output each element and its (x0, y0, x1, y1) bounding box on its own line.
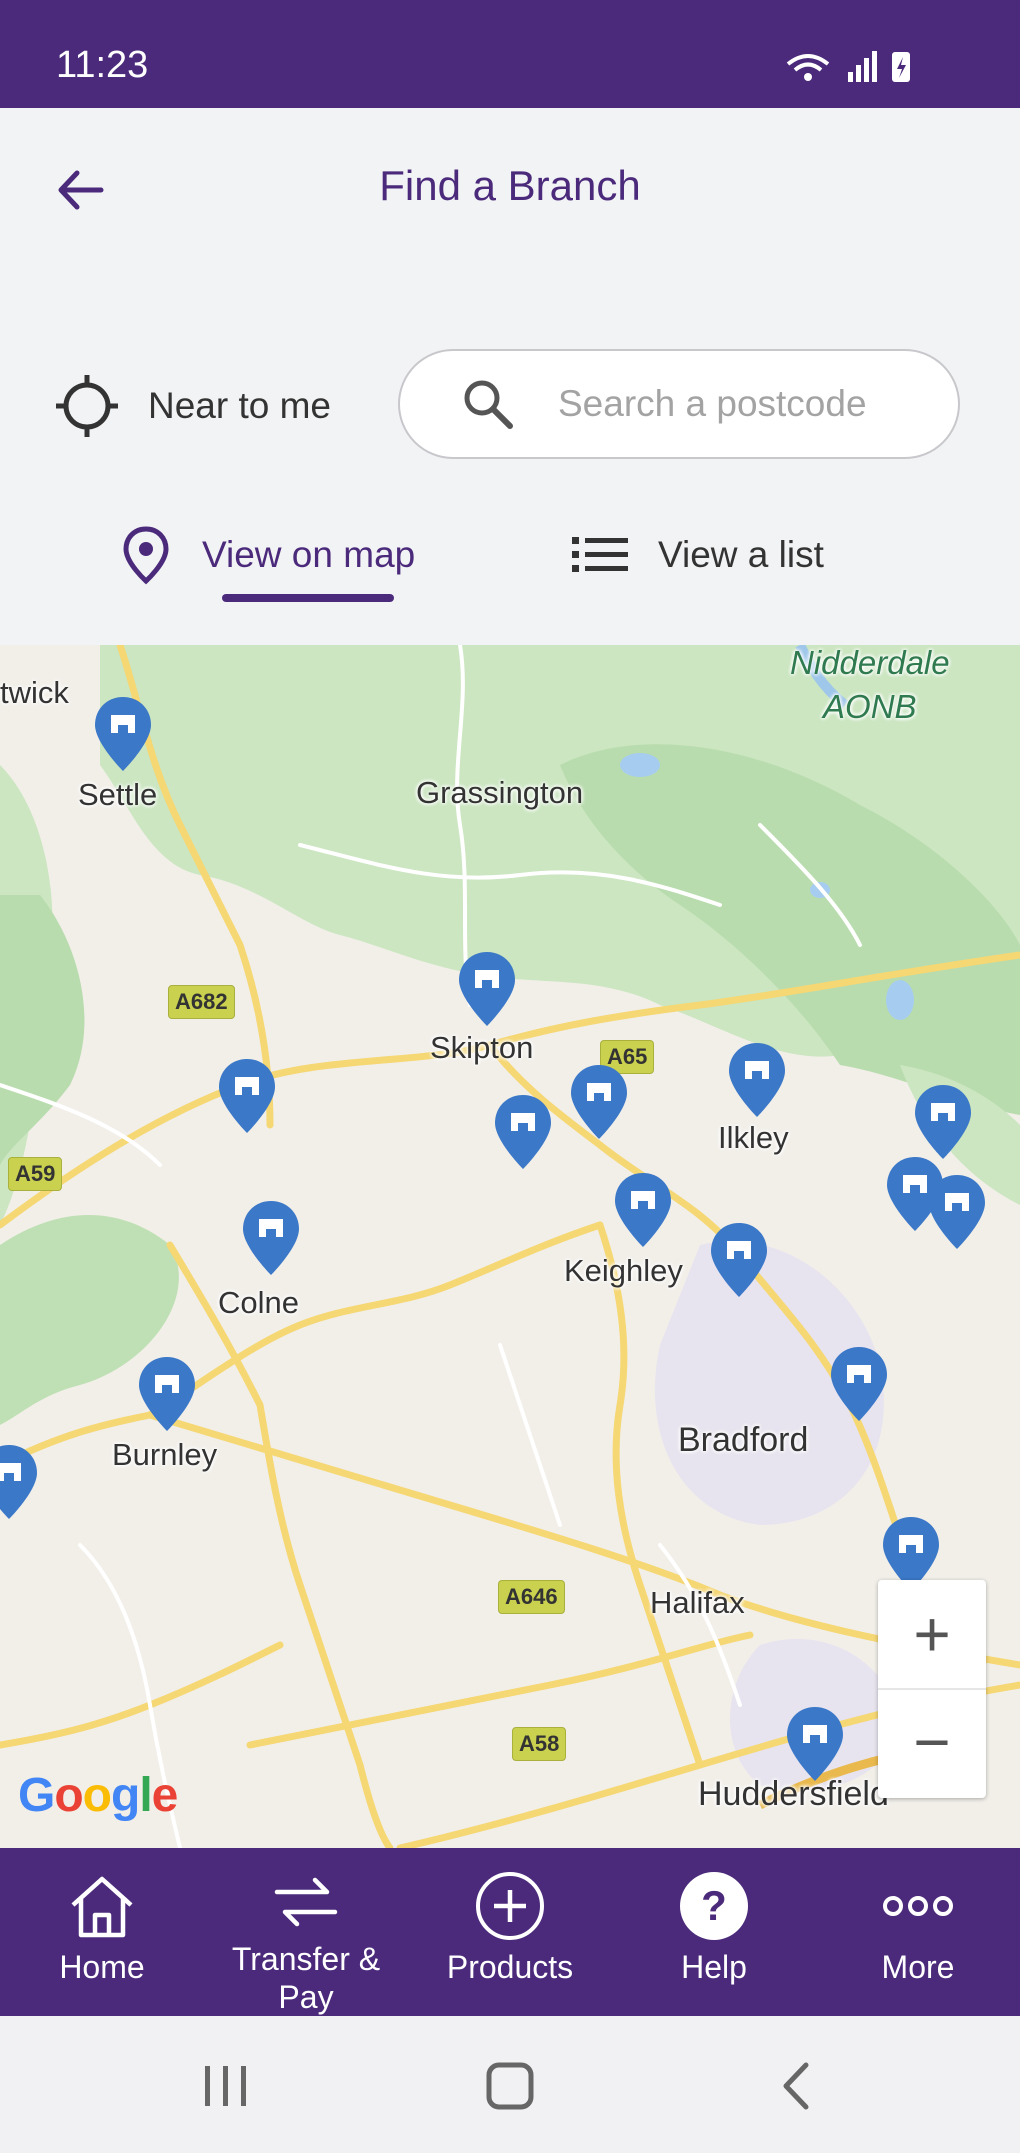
branch-pin[interactable] (216, 1057, 278, 1135)
tab-view-on-map[interactable]: View on map (120, 520, 415, 590)
recent-apps-button[interactable] (186, 2046, 266, 2126)
map-label-burnley: Burnley (112, 1437, 218, 1472)
nav-transfer-pay[interactable]: Transfer & Pay (204, 1848, 408, 2016)
tab-view-a-list-label: View a list (658, 534, 824, 575)
location-pin-icon (123, 526, 169, 585)
map-label-skipton: Skipton (430, 1030, 534, 1065)
chevron-left-icon (783, 2062, 809, 2110)
branch-pin[interactable] (912, 1083, 974, 1161)
branch-pin[interactable] (726, 1041, 788, 1119)
map-label-twick: twick (0, 675, 69, 710)
branch-pin[interactable] (92, 695, 154, 773)
road-shield-a59: A59 (8, 1157, 63, 1191)
branch-pin[interactable] (240, 1199, 302, 1277)
postcode-search-box[interactable] (398, 349, 960, 459)
status-icons (786, 51, 910, 82)
branch-pin[interactable] (926, 1173, 988, 1251)
map-label-nidderdale-aonb: Nidderdale AONB (790, 645, 950, 729)
map-base (0, 645, 1020, 1848)
map-label-settle: Settle (78, 777, 158, 812)
nav-more[interactable]: More (816, 1848, 1020, 2016)
nav-home[interactable]: Home (0, 1848, 204, 2016)
help-icon: ? (676, 1868, 752, 1944)
map-label-aonb-line1: Nidderdale (790, 645, 950, 681)
map-label-keighley: Keighley (564, 1253, 683, 1288)
transfer-arrows-icon (268, 1868, 344, 1936)
system-nav-bar (0, 2016, 1020, 2153)
zoom-controls: + − (878, 1580, 986, 1798)
plus-circle-icon (472, 1868, 548, 1944)
branch-pin[interactable] (568, 1063, 630, 1141)
zoom-out-button[interactable]: − (878, 1688, 986, 1796)
map-label-bradford: Bradford (678, 1421, 809, 1459)
nav-help-label: Help (681, 1949, 747, 1985)
svg-text:?: ? (701, 1882, 727, 1929)
nav-products[interactable]: Products (408, 1848, 612, 2016)
map-label-ilkley: Ilkley (718, 1120, 789, 1155)
nav-transfer-pay-label: Transfer & Pay (231, 1941, 381, 2015)
tab-view-a-list[interactable]: View a list (572, 520, 824, 590)
nav-products-label: Products (446, 1949, 574, 1985)
home-square-icon (486, 2062, 534, 2110)
home-icon (64, 1868, 140, 1944)
list-icon (572, 537, 628, 572)
more-dots-icon (880, 1868, 956, 1944)
active-tab-indicator (222, 594, 394, 602)
branch-pin[interactable] (612, 1171, 674, 1249)
branch-pin[interactable] (708, 1221, 770, 1299)
search-icon (464, 380, 513, 429)
branch-pin[interactable] (828, 1345, 890, 1423)
nav-home-label: Home (59, 1949, 145, 1985)
zoom-in-button[interactable]: + (878, 1580, 986, 1690)
road-shield-a682: A682 (168, 985, 235, 1019)
recent-apps-icon (205, 2066, 246, 2106)
bottom-nav: Home Transfer & Pay Products ? Help More (0, 1848, 1020, 2016)
branch-pin[interactable] (136, 1355, 198, 1433)
branch-pin[interactable] (492, 1093, 554, 1171)
crosshair-icon (56, 375, 118, 437)
road-shield-a58: A58 (512, 1727, 567, 1761)
near-me-button[interactable]: Near to me (52, 370, 331, 442)
branch-pin[interactable] (784, 1705, 846, 1783)
status-time: 11:23 (56, 44, 149, 86)
branch-pin[interactable] (0, 1443, 40, 1521)
map-label-grassington: Grassington (416, 775, 584, 810)
postcode-search-input[interactable] (556, 382, 920, 426)
page-title: Find a Branch (379, 162, 641, 209)
branch-map[interactable]: twick Settle Grassington Skipton Ilkley … (0, 645, 1020, 1848)
nav-more-label: More (881, 1949, 955, 1985)
road-shield-a646: A646 (498, 1580, 565, 1614)
back-system-button[interactable] (756, 2046, 836, 2126)
map-label-aonb-line2: AONB (823, 688, 917, 725)
map-label-halifax: Halifax (650, 1585, 745, 1620)
google-logo: Google (18, 1769, 178, 1822)
nav-help[interactable]: ? Help (612, 1848, 816, 2016)
status-bar: 11:23 (0, 0, 1020, 108)
tab-view-on-map-label: View on map (202, 534, 416, 575)
home-system-button[interactable] (470, 2046, 550, 2126)
branch-pin[interactable] (456, 950, 518, 1028)
map-label-colne: Colne (218, 1285, 299, 1320)
near-me-label: Near to me (148, 385, 332, 426)
